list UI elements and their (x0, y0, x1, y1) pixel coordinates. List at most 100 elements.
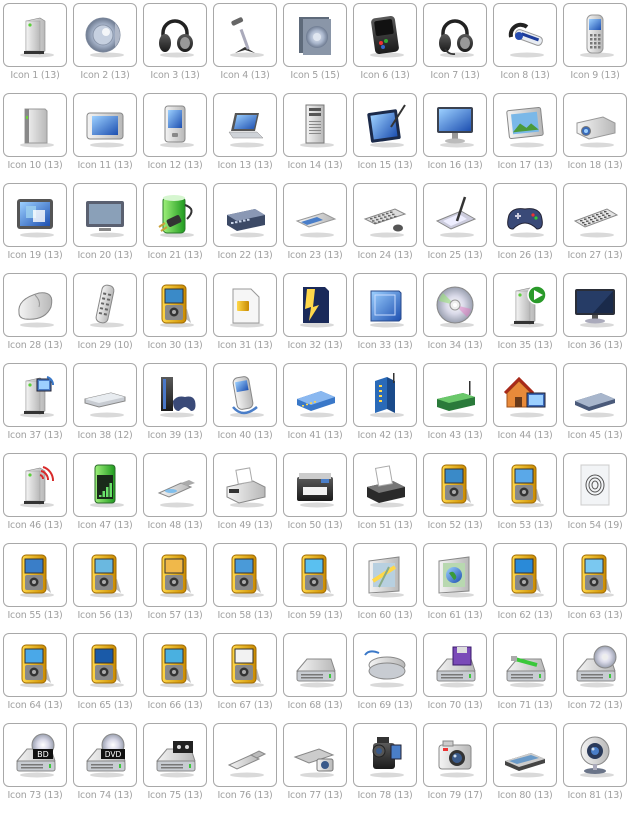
icon-tile[interactable]: Icon 50 (13) (283, 453, 353, 543)
icon-tile[interactable]: Icon 37 (13) (3, 363, 73, 453)
icon-tile[interactable]: Icon 28 (13) (3, 273, 73, 363)
icon-tile[interactable]: Icon 31 (13) (213, 273, 283, 363)
icon-tile[interactable]: Icon 14 (13) (283, 93, 353, 183)
icon-preview[interactable] (283, 723, 347, 787)
icon-tile[interactable]: Icon 8 (13) (493, 3, 563, 93)
icon-tile[interactable]: Icon 80 (13) (493, 723, 563, 813)
icon-preview[interactable] (353, 3, 417, 67)
icon-preview[interactable] (73, 93, 137, 157)
icon-preview[interactable] (353, 723, 417, 787)
icon-tile[interactable]: Icon 15 (13) (353, 93, 423, 183)
icon-tile[interactable]: Icon 62 (13) (493, 543, 563, 633)
icon-preview[interactable] (493, 93, 557, 157)
icon-preview[interactable] (353, 93, 417, 157)
icon-tile[interactable]: Icon 70 (13) (423, 633, 493, 723)
icon-tile[interactable]: Icon 12 (13) (143, 93, 213, 183)
icon-preview[interactable] (213, 3, 277, 67)
icon-tile[interactable]: Icon 69 (13) (353, 633, 423, 723)
icon-tile[interactable]: Icon 1 (13) (3, 3, 73, 93)
icon-preview[interactable] (73, 453, 137, 517)
icon-tile[interactable]: Icon 25 (13) (423, 183, 493, 273)
icon-tile[interactable]: Icon 26 (13) (493, 183, 563, 273)
icon-tile[interactable]: Icon 52 (13) (423, 453, 493, 543)
icon-preview[interactable] (3, 543, 67, 607)
icon-preview[interactable] (3, 93, 67, 157)
icon-tile[interactable]: Icon 35 (13) (493, 273, 563, 363)
icon-tile[interactable]: Icon 47 (13) (73, 453, 143, 543)
icon-preview[interactable] (353, 633, 417, 697)
icon-tile[interactable]: Icon 79 (17) (423, 723, 493, 813)
icon-preview[interactable] (73, 363, 137, 427)
icon-preview[interactable] (353, 363, 417, 427)
icon-tile[interactable]: Icon 76 (13) (213, 723, 283, 813)
icon-tile[interactable]: Icon 3 (13) (143, 3, 213, 93)
icon-preview[interactable] (213, 633, 277, 697)
icon-preview[interactable] (493, 273, 557, 337)
icon-preview[interactable] (3, 3, 67, 67)
icon-preview[interactable] (563, 273, 627, 337)
icon-tile[interactable]: Icon 63 (13) (563, 543, 633, 633)
icon-tile[interactable]: Icon 30 (13) (143, 273, 213, 363)
icon-tile[interactable]: Icon 38 (12) (73, 363, 143, 453)
icon-preview[interactable] (213, 273, 277, 337)
icon-preview[interactable] (423, 93, 487, 157)
icon-tile[interactable]: Icon 22 (13) (213, 183, 283, 273)
icon-preview[interactable] (423, 183, 487, 247)
icon-preview[interactable] (3, 363, 67, 427)
icon-tile[interactable]: Icon 10 (13) (3, 93, 73, 183)
icon-tile[interactable]: Icon 44 (13) (493, 363, 563, 453)
icon-preview[interactable] (563, 453, 627, 517)
icon-tile[interactable]: Icon 48 (13) (143, 453, 213, 543)
icon-preview[interactable] (283, 183, 347, 247)
icon-tile[interactable]: Icon 23 (13) (283, 183, 353, 273)
icon-tile[interactable]: Icon 13 (13) (213, 93, 283, 183)
icon-preview[interactable] (143, 453, 207, 517)
icon-tile[interactable]: Icon 53 (13) (493, 453, 563, 543)
icon-tile[interactable]: Icon 36 (13) (563, 273, 633, 363)
icon-tile[interactable]: Icon 29 (10) (73, 273, 143, 363)
icon-tile[interactable]: Icon 81 (13) (563, 723, 633, 813)
icon-preview[interactable] (143, 543, 207, 607)
icon-preview[interactable] (213, 363, 277, 427)
icon-preview[interactable] (143, 3, 207, 67)
icon-tile[interactable]: BD Icon 73 (13) (3, 723, 73, 813)
icon-preview[interactable] (73, 273, 137, 337)
icon-preview[interactable] (3, 183, 67, 247)
icon-preview[interactable] (563, 543, 627, 607)
icon-tile[interactable]: Icon 71 (13) (493, 633, 563, 723)
icon-tile[interactable]: Icon 33 (13) (353, 273, 423, 363)
icon-preview[interactable] (283, 363, 347, 427)
icon-tile[interactable]: Icon 27 (13) (563, 183, 633, 273)
icon-preview[interactable] (493, 3, 557, 67)
icon-preview[interactable] (143, 723, 207, 787)
icon-preview[interactable] (423, 543, 487, 607)
icon-tile[interactable]: Icon 42 (13) (353, 363, 423, 453)
icon-preview[interactable] (423, 633, 487, 697)
icon-preview[interactable] (563, 363, 627, 427)
icon-tile[interactable]: Icon 60 (13) (353, 543, 423, 633)
icon-preview[interactable] (423, 363, 487, 427)
icon-preview[interactable] (73, 633, 137, 697)
icon-tile[interactable]: Icon 24 (13) (353, 183, 423, 273)
icon-tile[interactable]: Icon 51 (13) (353, 453, 423, 543)
icon-preview[interactable] (353, 543, 417, 607)
icon-tile[interactable]: Icon 78 (13) (353, 723, 423, 813)
icon-preview[interactable] (493, 633, 557, 697)
icon-tile[interactable]: Icon 59 (13) (283, 543, 353, 633)
icon-tile[interactable]: Icon 46 (13) (3, 453, 73, 543)
icon-tile[interactable]: Icon 75 (13) (143, 723, 213, 813)
icon-tile[interactable]: Icon 43 (13) (423, 363, 493, 453)
icon-tile[interactable]: Icon 41 (13) (283, 363, 353, 453)
icon-tile[interactable]: Icon 77 (13) (283, 723, 353, 813)
icon-tile[interactable]: Icon 17 (13) (493, 93, 563, 183)
icon-preview[interactable] (493, 453, 557, 517)
icon-preview[interactable] (283, 3, 347, 67)
icon-tile[interactable]: DVD Icon 74 (13) (73, 723, 143, 813)
icon-tile[interactable]: Icon 9 (13) (563, 3, 633, 93)
icon-preview[interactable] (73, 543, 137, 607)
icon-tile[interactable]: Icon 34 (13) (423, 273, 493, 363)
icon-preview[interactable] (3, 273, 67, 337)
icon-tile[interactable]: Icon 45 (13) (563, 363, 633, 453)
icon-preview[interactable] (563, 3, 627, 67)
icon-tile[interactable]: Icon 56 (13) (73, 543, 143, 633)
